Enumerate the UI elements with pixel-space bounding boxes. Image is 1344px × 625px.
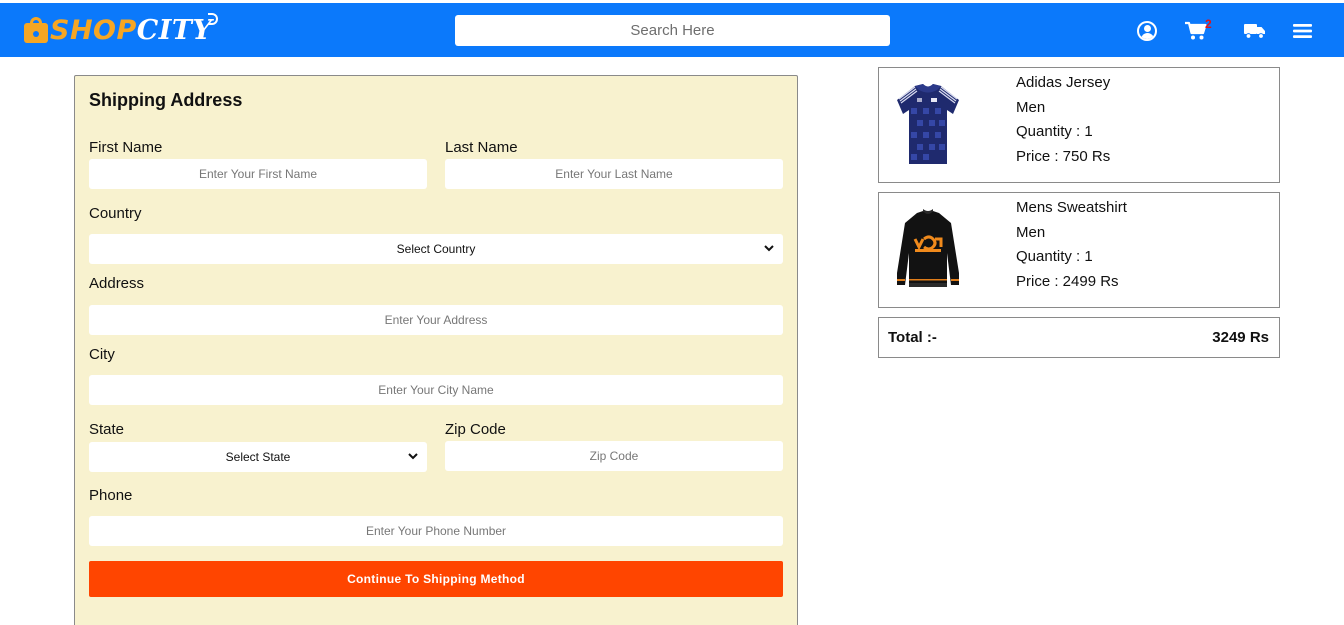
item-category: Men: [1016, 223, 1046, 241]
price-tag-icon: [208, 12, 219, 25]
country-select-value: Select Country: [396, 242, 476, 256]
continue-to-shipping-method-button[interactable]: Continue To Shipping Method: [89, 561, 783, 597]
item-quantity: Quantity : 1: [1016, 248, 1093, 266]
zip-code-input[interactable]: [445, 441, 783, 471]
item-name: Mens Sweatshirt: [1016, 199, 1127, 216]
shipping-address-form: Shipping Address First Name Last Name Co…: [74, 75, 798, 625]
cart-item: Adidas Jersey Men Quantity : 1 Price : 7…: [878, 67, 1280, 183]
city-label: City: [89, 346, 115, 363]
shopcity-logo[interactable]: SHOPCITY: [24, 9, 219, 51]
address-label: Address: [89, 275, 145, 292]
last-name-input[interactable]: [445, 159, 783, 189]
zip-code-label: Zip Code: [445, 421, 506, 438]
total-label: Total :-: [888, 329, 937, 346]
form-title: Shipping Address: [89, 90, 243, 110]
chevron-down-icon: [764, 245, 774, 252]
state-select-value: Select State: [225, 450, 291, 464]
item-price: Price : 2499 Rs: [1016, 273, 1119, 291]
truck-icon[interactable]: [1243, 20, 1267, 42]
navbar: SHOPCITY 2: [0, 3, 1344, 57]
total-value: 3249 Rs: [1212, 329, 1269, 346]
cart-item-details: Adidas Jersey Men Quantity : 1 Price : 7…: [1016, 71, 1110, 170]
logo-city-text: CITY: [136, 14, 213, 46]
phone-label: Phone: [89, 487, 133, 504]
cart-count-badge: 2: [1205, 17, 1212, 31]
country-select[interactable]: Select Country: [89, 234, 783, 264]
search-input[interactable]: [455, 15, 890, 46]
shopping-bag-icon: [24, 17, 48, 43]
first-name-input[interactable]: [89, 159, 427, 189]
chevron-down-icon: [408, 453, 418, 460]
logo-shop-text: SHOP: [50, 14, 137, 46]
black-sweatshirt-image[interactable]: [893, 203, 963, 295]
city-input[interactable]: [89, 375, 783, 405]
item-category: Men: [1016, 98, 1046, 116]
blue-jersey-image[interactable]: [893, 78, 963, 170]
phone-input[interactable]: [89, 516, 783, 546]
state-select[interactable]: Select State: [89, 442, 427, 472]
item-price: Price : 750 Rs: [1016, 148, 1111, 166]
last-name-label: Last Name: [445, 139, 518, 156]
cart-item: Mens Sweatshirt Men Quantity : 1 Price :…: [878, 192, 1280, 308]
hamburger-menu-icon[interactable]: [1291, 20, 1315, 42]
logo-text: SHOPCITY: [50, 12, 219, 46]
order-total: Total :- 3249 Rs: [878, 317, 1280, 358]
country-label: Country: [89, 205, 142, 222]
user-circle-icon[interactable]: [1135, 20, 1159, 42]
address-input[interactable]: [89, 305, 783, 335]
first-name-label: First Name: [89, 139, 163, 156]
item-quantity: Quantity : 1: [1016, 123, 1093, 141]
item-name: Adidas Jersey: [1016, 74, 1111, 91]
cart-item-details: Mens Sweatshirt Men Quantity : 1 Price :…: [1016, 196, 1127, 295]
state-label: State: [89, 421, 125, 438]
